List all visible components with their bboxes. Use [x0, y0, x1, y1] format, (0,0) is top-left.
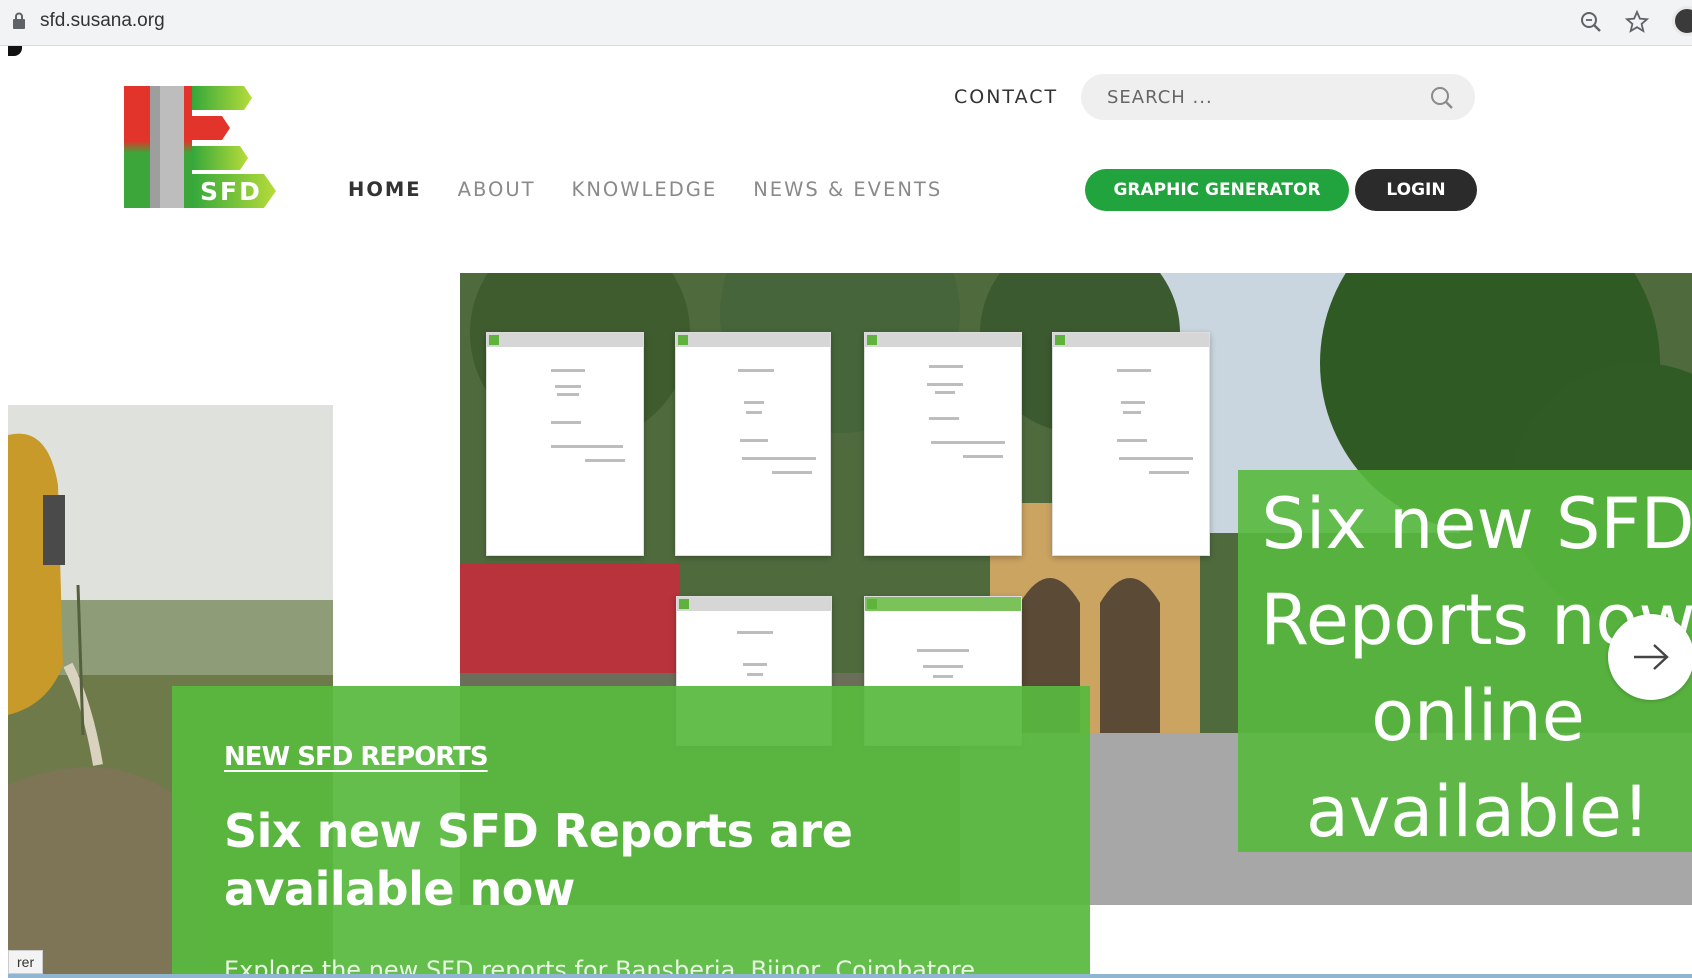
hero-title: Six new SFD Reports are available now	[224, 804, 853, 916]
browser-address-bar: sfd.susana.org	[0, 0, 1692, 46]
page-corner-mark	[8, 46, 22, 56]
zoom-icon[interactable]	[1578, 9, 1604, 35]
report-cover	[864, 332, 1022, 556]
main-nav: HOME ABOUT KNOWLEDGE NEWS & EVENTS	[348, 178, 942, 201]
contact-link[interactable]: CONTACT	[954, 86, 1058, 108]
search-box[interactable]	[1081, 74, 1475, 120]
nav-item-knowledge[interactable]: KNOWLEDGE	[572, 178, 718, 201]
report-cover	[1052, 332, 1210, 556]
bottom-edge-bar	[8, 974, 1692, 978]
graphic-generator-button[interactable]: GRAPHIC GENERATOR	[1085, 169, 1349, 211]
login-button[interactable]: LOGIN	[1355, 169, 1477, 211]
next-slide-button[interactable]	[1608, 614, 1692, 700]
profile-avatar-icon[interactable]	[1672, 6, 1692, 36]
nav-item-home[interactable]: HOME	[348, 178, 422, 201]
logo-text: SFD	[200, 177, 262, 206]
lock-icon	[13, 12, 25, 29]
nav-item-news-events[interactable]: NEWS & EVENTS	[753, 178, 942, 201]
nav-item-about[interactable]: ABOUT	[458, 178, 536, 201]
status-tooltip: rer	[8, 950, 44, 974]
url-text[interactable]: sfd.susana.org	[40, 10, 165, 32]
arrow-right-icon	[1634, 644, 1669, 670]
hero-kicker-link[interactable]: NEW SFD REPORTS	[224, 742, 489, 772]
search-icon[interactable]	[1429, 85, 1455, 111]
star-icon[interactable]	[1624, 9, 1650, 35]
report-cover	[675, 332, 831, 556]
page: sfd.susana.org SFD CONTACT SEARCH ... HO…	[0, 0, 1692, 978]
report-cover	[486, 332, 644, 556]
sfd-logo[interactable]: SFD	[124, 86, 280, 208]
search-input[interactable]	[1107, 83, 1407, 111]
hero-caption-box: NEW SFD REPORTS Six new SFD Reports are …	[172, 686, 1090, 978]
